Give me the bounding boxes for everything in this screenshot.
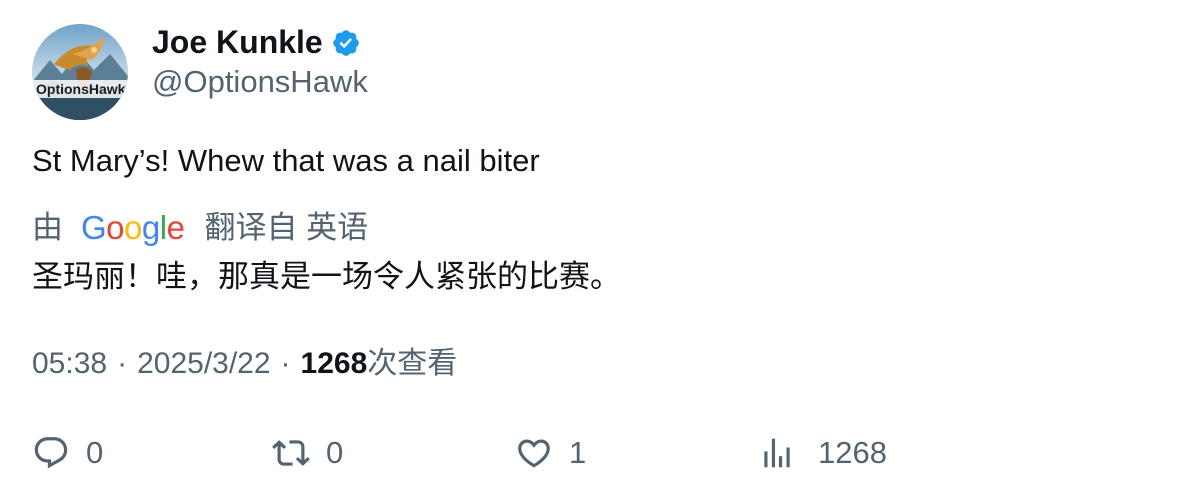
author-name[interactable]: Joe Kunkle bbox=[152, 22, 323, 62]
analytics-button[interactable]: 1268 bbox=[758, 428, 887, 478]
reply-button[interactable]: 0 bbox=[32, 428, 103, 478]
like-count: 1 bbox=[569, 435, 587, 470]
tweet-date[interactable]: 2025/3/22 bbox=[137, 344, 270, 384]
retweet-button[interactable]: 0 bbox=[272, 428, 343, 478]
reply-count: 0 bbox=[86, 435, 104, 470]
tweet-card: OptionsHawk Joe Kunkle @OptionsHawk St M… bbox=[0, 0, 1196, 498]
translation-prefix: 由 bbox=[32, 210, 63, 245]
view-count: 1268 bbox=[818, 435, 887, 470]
meta-separator: · bbox=[280, 347, 291, 380]
retweet-icon bbox=[272, 434, 310, 472]
tweet-meta: 05:38 · 2025/3/22 · 1268 次查看 bbox=[32, 344, 457, 384]
google-logo-letter: g bbox=[141, 209, 160, 246]
translation-attribution[interactable]: 由 Google 翻译自 英语 bbox=[32, 208, 368, 248]
google-logo-letter: o bbox=[124, 209, 142, 246]
like-button[interactable]: 1 bbox=[515, 428, 586, 478]
action-bar: 0 0 1 1268 bbox=[0, 428, 1196, 478]
svg-text:OptionsHawk: OptionsHawk bbox=[36, 81, 126, 97]
google-logo-letter: o bbox=[106, 209, 125, 246]
tweet-text: St Mary’s! Whew that was a nail biter bbox=[32, 143, 540, 178]
google-logo-letter: e bbox=[166, 209, 185, 246]
google-logo-letter: l bbox=[159, 209, 167, 246]
meta-separator: · bbox=[117, 347, 128, 380]
translated-text: 圣玛丽！哇，那真是一场令人紧张的比赛。 bbox=[32, 259, 621, 294]
tweet-time[interactable]: 05:38 bbox=[32, 344, 107, 384]
views-count: 1268 bbox=[300, 347, 368, 380]
verified-badge-icon bbox=[331, 28, 361, 58]
avatar-image: OptionsHawk bbox=[32, 24, 128, 120]
author-handle[interactable]: @OptionsHawk bbox=[152, 62, 368, 102]
retweet-count: 0 bbox=[326, 435, 344, 470]
heart-icon bbox=[515, 434, 553, 472]
translation-source-label: 翻译自 英语 bbox=[204, 210, 369, 245]
google-logo-letter: G bbox=[81, 209, 107, 246]
analytics-icon bbox=[758, 434, 796, 472]
author-name-row: Joe Kunkle bbox=[152, 22, 361, 62]
google-logo: Google bbox=[81, 208, 185, 248]
reply-icon bbox=[32, 434, 70, 472]
avatar[interactable]: OptionsHawk bbox=[32, 24, 128, 120]
views-label: 次查看 bbox=[367, 347, 458, 380]
